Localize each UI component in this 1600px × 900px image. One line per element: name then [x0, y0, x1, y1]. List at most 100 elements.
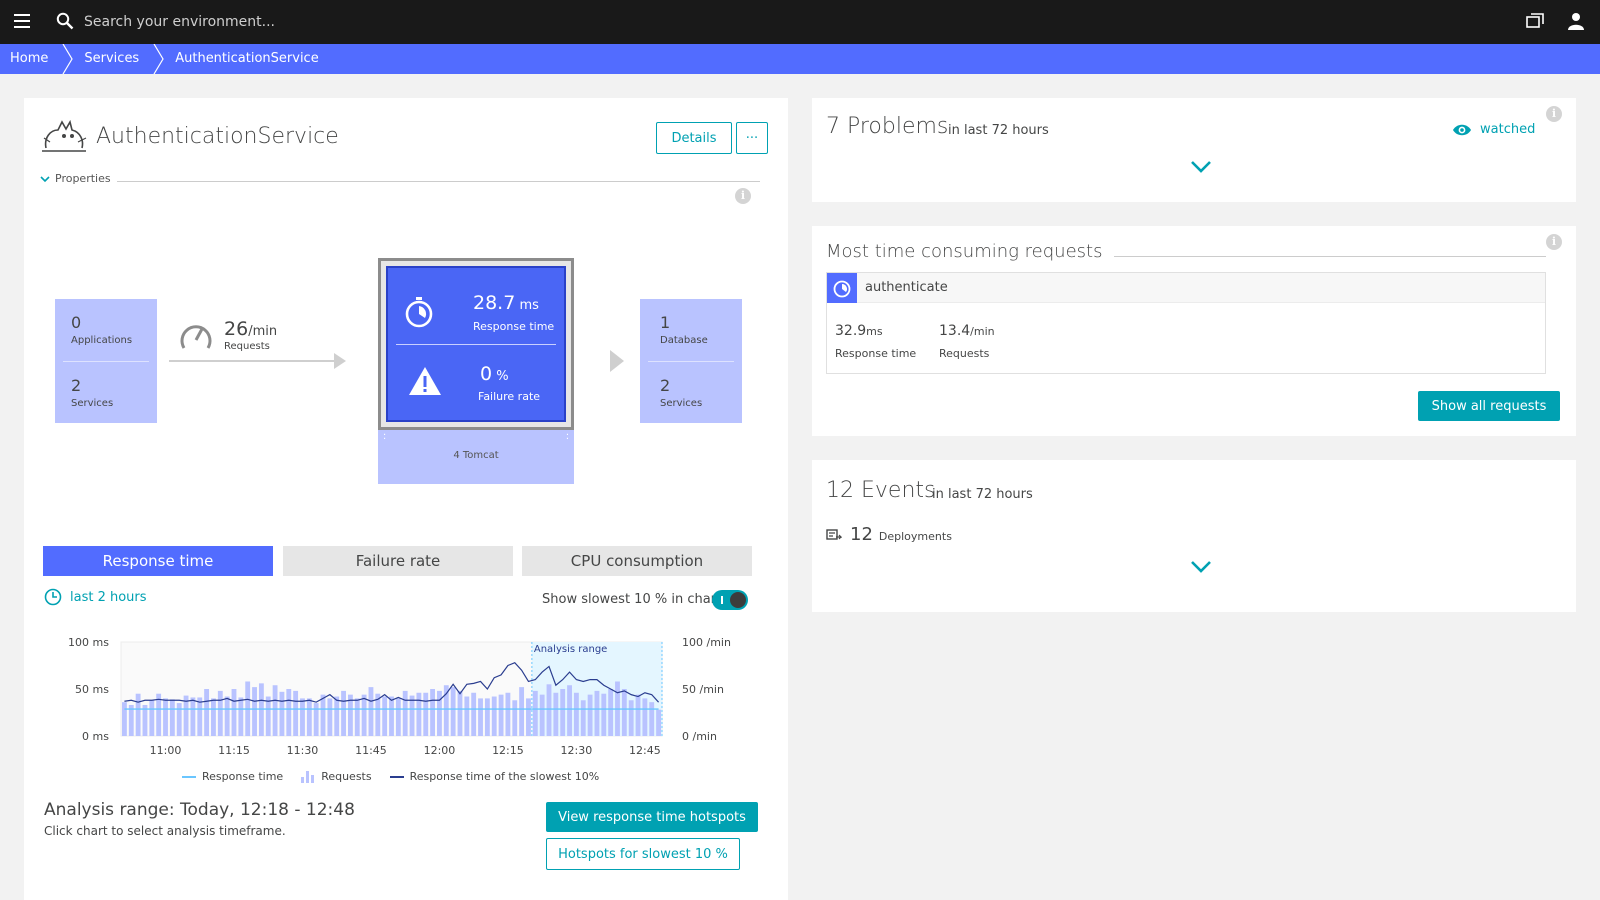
requests-bar — [457, 690, 463, 736]
request-response-time-label: Response time — [835, 347, 917, 360]
requests-bar — [204, 689, 210, 736]
events-panel: 12 Events in last 72 hours 12 Deployment… — [812, 460, 1576, 612]
request-rate: 13.4/min — [939, 323, 995, 339]
response-time-chart[interactable]: Analysis range 100 ms 50 ms 0 ms 100 /min 50 … — [24, 628, 788, 768]
database-label: Database — [660, 335, 708, 346]
legend-item-response-time[interactable]: Response time — [182, 770, 283, 783]
search-icon[interactable] — [56, 12, 74, 30]
callee-services-count: 2 — [660, 376, 671, 395]
requests-bar — [505, 692, 511, 736]
requests-bar — [395, 698, 401, 736]
more-options-button[interactable]: ··· — [736, 122, 768, 154]
x-axis-tick-label: 12:30 — [561, 744, 593, 757]
analysis-range-title: Analysis range: Today, 12:18 - 12:48 — [44, 800, 355, 820]
breadcrumb-services[interactable]: Services — [74, 44, 153, 74]
requests-bar — [437, 690, 442, 736]
applications-count: 0 — [71, 313, 82, 332]
request-name[interactable]: authenticate — [865, 280, 948, 295]
chevron-down-icon[interactable] — [1190, 160, 1212, 174]
deployments-summary[interactable]: 12 Deployments — [826, 524, 952, 545]
divider — [396, 344, 556, 345]
breadcrumb-separator-icon — [62, 44, 74, 74]
tab-failure-rate[interactable]: Failure rate — [283, 546, 513, 576]
requests-bar — [197, 697, 203, 736]
requests-bar — [402, 690, 408, 736]
request-rate-label: Requests — [939, 347, 990, 360]
requests-bar — [293, 690, 299, 736]
requests-bar — [553, 692, 559, 736]
menu-icon[interactable] — [14, 14, 30, 28]
caller-services-count: 2 — [71, 376, 82, 395]
requests-bar — [423, 692, 429, 736]
deployment-icon — [826, 528, 842, 540]
process-group-box[interactable]: · · · · 4 Tomcat — [378, 430, 574, 484]
caller-services-label: Services — [71, 398, 114, 409]
requests-bar — [546, 684, 552, 736]
breadcrumb-home[interactable]: Home — [0, 44, 62, 74]
request-card[interactable]: authenticate 32.9ms Response time 13.4/m… — [826, 272, 1546, 374]
requests-label: Requests — [224, 341, 270, 352]
show-all-requests-button[interactable]: Show all requests — [1418, 391, 1560, 421]
properties-toggle[interactable]: Properties — [40, 172, 760, 185]
problems-count[interactable]: 7 Problems — [826, 114, 948, 139]
y2-axis-tick-label: 0 /min — [682, 730, 717, 743]
y-axis-tick-label: 50 ms — [75, 683, 109, 696]
request-card-header: authenticate — [827, 273, 1545, 303]
info-icon[interactable]: i — [1546, 234, 1562, 250]
requests-bar — [416, 692, 422, 736]
requests-bar — [512, 700, 518, 736]
callee-services-label: Services — [660, 398, 703, 409]
applications-label: Applications — [71, 335, 133, 346]
view-hotspots-button[interactable]: View response time hotspots — [546, 802, 758, 832]
search-input[interactable] — [84, 10, 504, 34]
slowest-hotspots-button[interactable]: Hotspots for slowest 10 % — [546, 838, 740, 870]
service-title: AuthenticationService — [96, 123, 339, 149]
deployments-label: Deployments — [878, 530, 952, 543]
watched-indicator[interactable]: watched — [1452, 122, 1535, 137]
requests-bar — [300, 698, 305, 736]
requests-bar — [635, 694, 641, 736]
bar-chart-icon — [301, 770, 315, 783]
chevron-down-icon[interactable] — [1190, 560, 1212, 574]
info-icon[interactable]: i — [1546, 106, 1562, 122]
requests-bar — [382, 696, 388, 736]
events-count[interactable]: 12 Events — [826, 478, 935, 503]
requests-bar — [526, 698, 531, 736]
details-button[interactable]: Details — [656, 122, 732, 154]
timeframe-selector[interactable]: last 2 hours — [44, 588, 147, 606]
y2-axis-tick-label: 100 /min — [682, 636, 731, 649]
requests-bar — [601, 693, 607, 736]
requests-bar — [594, 690, 600, 736]
callers-box[interactable]: 0 Applications 2 Services — [55, 299, 157, 423]
requests-bar — [313, 703, 319, 736]
legend-item-requests[interactable]: Requests — [301, 770, 372, 783]
requests-bar — [656, 709, 661, 736]
service-node[interactable]: 28.7 ms Response time 0 % Failure rate — [378, 258, 574, 430]
tomcat-icon — [42, 119, 87, 152]
requests-bar — [409, 695, 415, 736]
divider — [648, 361, 734, 362]
requests-bar — [176, 703, 182, 736]
requests-bar — [478, 698, 483, 736]
stopwatch-icon — [405, 297, 433, 328]
requests-bar — [608, 689, 614, 736]
info-icon[interactable]: i — [735, 188, 751, 204]
failure-rate-label: Failure rate — [478, 390, 541, 403]
requests-bar — [587, 694, 593, 736]
requests-bar — [327, 698, 333, 736]
breadcrumb-current[interactable]: AuthenticationService — [165, 44, 332, 74]
legend-item-slowest[interactable]: Response time of the slowest 10% — [389, 770, 599, 783]
requests-bar — [238, 697, 244, 736]
tab-response-time[interactable]: Response time — [43, 546, 273, 576]
breadcrumb-separator-icon — [153, 44, 165, 74]
user-icon[interactable] — [1568, 12, 1584, 30]
slowest-toggle[interactable] — [712, 590, 748, 610]
x-axis-tick-label: 12:15 — [492, 744, 524, 757]
tab-cpu-consumption[interactable]: CPU consumption — [522, 546, 752, 576]
drag-handle-icon: · · — [565, 430, 569, 445]
requests-bar — [519, 687, 525, 736]
top-bar — [0, 0, 1600, 44]
callees-box[interactable]: 1 Database 2 Services — [640, 299, 742, 423]
x-axis-tick-label: 11:30 — [287, 744, 319, 757]
windows-icon[interactable] — [1526, 13, 1544, 29]
